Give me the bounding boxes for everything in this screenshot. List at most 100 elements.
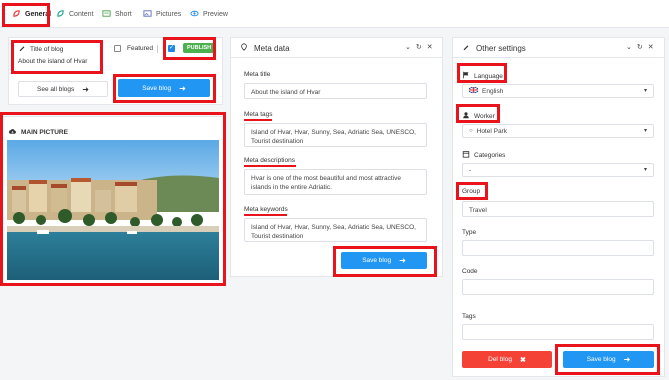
other-settings-header: Other settings xyxy=(462,43,526,53)
meta-tags-underline xyxy=(244,119,272,121)
worker-label-text: Worker xyxy=(474,112,495,120)
publish-badge: PUBLISH xyxy=(183,43,216,53)
tab-preview[interactable]: Preview xyxy=(190,8,228,20)
meta-descriptions-input[interactable]: Hvar is one of the most beautiful and mo… xyxy=(244,169,427,195)
save-blog-button-other[interactable]: Save blog ➜ xyxy=(563,351,654,368)
see-all-label: See all blogs xyxy=(37,85,75,93)
card-icon xyxy=(102,9,111,20)
divider xyxy=(157,45,158,53)
tab-short-label: Short xyxy=(115,10,132,18)
pen-icon xyxy=(18,44,26,54)
main-picture-header: MAIN PICTURE xyxy=(8,127,68,138)
pen-icon xyxy=(462,43,470,53)
save-label: Save blog xyxy=(586,356,616,363)
meta-header-text: Meta data xyxy=(254,43,290,53)
language-value: English xyxy=(482,87,504,95)
uk-flag-icon xyxy=(468,86,479,96)
meta-descriptions-label: Meta descriptions xyxy=(244,157,295,164)
tab-content-label: Content xyxy=(69,10,94,18)
refresh-icon[interactable]: ↻ xyxy=(416,43,422,51)
tab-preview-label: Preview xyxy=(203,10,228,18)
language-label: Language xyxy=(462,71,503,81)
refresh-icon[interactable]: ↻ xyxy=(637,43,643,51)
arrow-right-icon: ➜ xyxy=(399,256,406,265)
title-label-text: Title of blog xyxy=(30,45,64,53)
other-header-text: Other settings xyxy=(476,43,526,53)
image-icon xyxy=(143,9,152,20)
tags-label: Tags xyxy=(462,313,476,320)
meta-keywords-label: Meta keywords xyxy=(244,206,288,213)
chevron-down-icon[interactable]: ⌄ xyxy=(626,43,632,51)
tab-general-label: General xyxy=(25,10,52,18)
group-input[interactable]: Travel xyxy=(462,201,654,217)
cloud-upload-icon xyxy=(8,127,17,138)
worker-label: Worker xyxy=(462,111,495,121)
featured-checkbox[interactable] xyxy=(114,45,121,52)
leaf-icon xyxy=(12,9,21,20)
meta-header-divider xyxy=(230,57,443,58)
see-all-blogs-button[interactable]: See all blogs ➜ xyxy=(18,81,108,97)
arrow-right-icon: ➜ xyxy=(179,83,186,93)
tab-pictures[interactable]: Pictures xyxy=(143,8,181,20)
tab-bar: General Content Short Pictures Preview xyxy=(0,0,669,28)
meta-keywords-underline xyxy=(244,214,287,216)
main-picture-label: MAIN PICTURE xyxy=(21,129,68,136)
type-label: Type xyxy=(462,229,477,236)
meta-title-input[interactable]: About the island of Hvar xyxy=(244,83,427,99)
save-label: Save blog xyxy=(142,84,172,92)
close-icon: ✖ xyxy=(519,356,526,364)
categories-label: Categories xyxy=(462,150,505,160)
circle-icon: ○ xyxy=(469,127,473,134)
meta-data-header: Meta data xyxy=(240,43,290,53)
flag-icon xyxy=(462,71,470,81)
meta-keywords-input[interactable]: Island of Hvar, Hvar, Sunny, Sea, Adriat… xyxy=(244,218,427,242)
calendar-icon xyxy=(462,150,470,160)
arrow-right-icon: ➜ xyxy=(623,355,631,364)
meta-card-controls: ⌄ ↻ ✕ xyxy=(405,43,433,51)
other-card-controls: ⌄ ↻ ✕ xyxy=(626,43,654,51)
dropdown-caret-icon: ▾ xyxy=(643,127,647,134)
title-of-blog-label: Title of blog xyxy=(18,44,63,54)
del-label: Del blog xyxy=(488,356,512,363)
meta-desc-underline xyxy=(244,165,296,167)
categories-select[interactable]: - ▾ xyxy=(462,163,654,177)
save-label: Save blog xyxy=(362,257,392,264)
worker-select[interactable]: ○ Hotel Park ▾ xyxy=(462,124,654,138)
leaf-icon xyxy=(56,9,65,20)
tab-pictures-label: Pictures xyxy=(156,10,182,18)
meta-tags-label: Meta tags xyxy=(244,111,273,118)
dropdown-caret-icon: ▾ xyxy=(643,166,647,173)
eye-icon xyxy=(190,9,199,20)
close-icon[interactable]: ✕ xyxy=(648,43,654,51)
main-picture-image[interactable] xyxy=(7,140,219,280)
publish-checkbox[interactable]: ✓ xyxy=(168,45,175,52)
chevron-down-icon[interactable]: ⌄ xyxy=(405,43,411,51)
code-label: Code xyxy=(462,268,478,275)
code-input[interactable] xyxy=(462,279,654,295)
close-icon[interactable]: ✕ xyxy=(427,43,433,51)
user-icon xyxy=(462,111,470,121)
harbor-photo xyxy=(7,140,219,280)
save-blog-button-meta[interactable]: Save blog ➜ xyxy=(341,252,427,269)
tab-general[interactable]: General xyxy=(12,8,51,20)
group-label: Group xyxy=(462,188,481,195)
worker-value: Hotel Park xyxy=(476,127,507,135)
featured-label: Featured xyxy=(127,45,154,52)
type-input[interactable] xyxy=(462,240,654,256)
delete-blog-button[interactable]: Del blog ✖ xyxy=(462,351,552,368)
categories-label-text: Categories xyxy=(474,151,506,159)
tags-input[interactable] xyxy=(462,324,654,340)
meta-title-label: Meta title xyxy=(244,71,271,78)
arrow-right-icon: ➜ xyxy=(82,84,89,94)
save-blog-button-left[interactable]: Save blog ➜ xyxy=(118,79,210,97)
meta-tags-input[interactable]: Island of Hvar, Hvar, Sunny, Sea, Adriat… xyxy=(244,123,427,147)
dropdown-caret-icon: ▾ xyxy=(643,87,647,94)
language-select[interactable]: English ▾ xyxy=(462,84,654,98)
map-pin-icon xyxy=(240,43,248,53)
tab-short[interactable]: Short xyxy=(102,8,132,20)
title-value[interactable]: About the island of Hvar xyxy=(18,58,87,65)
language-label-text: Language xyxy=(474,72,503,80)
other-header-divider xyxy=(452,57,665,58)
categories-value: - xyxy=(469,166,472,174)
tab-content[interactable]: Content xyxy=(56,8,94,20)
